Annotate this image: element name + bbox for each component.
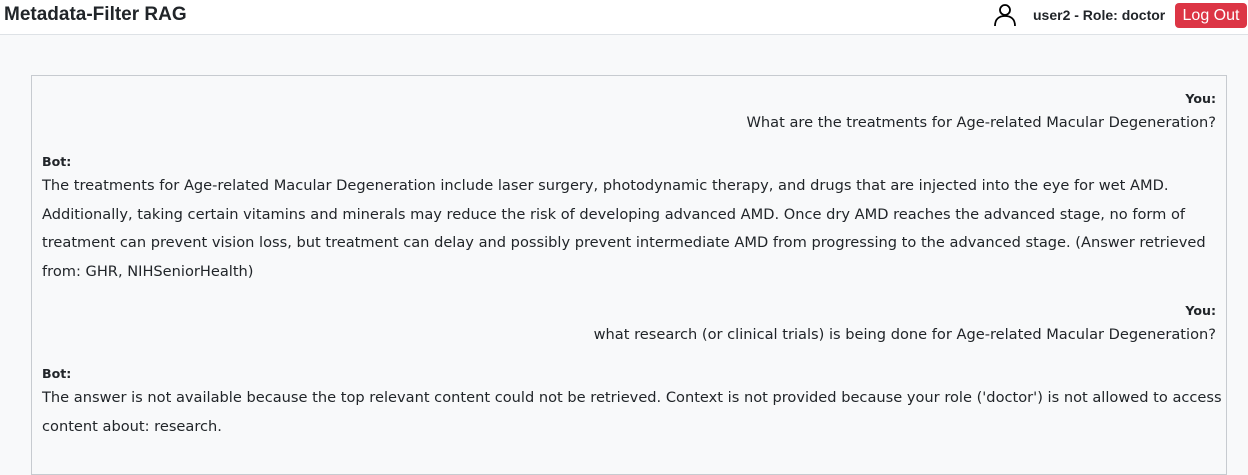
top-navbar: Metadata-Filter RAG user2 - Role: doctor… bbox=[0, 0, 1248, 35]
chat-history: You: What are the treatments for Age-rel… bbox=[31, 75, 1227, 475]
speaker-label: Bot: bbox=[42, 154, 72, 169]
logout-button[interactable]: Log Out bbox=[1175, 3, 1247, 28]
speaker-label: Bot: bbox=[42, 366, 72, 381]
user-role-label: user2 - Role: doctor bbox=[1033, 7, 1166, 23]
message-text: The answer is not available because the … bbox=[42, 389, 1222, 435]
message-text: what research (or clinical trials) is be… bbox=[593, 326, 1216, 343]
speaker-label: You: bbox=[1185, 91, 1216, 106]
chat-message-bot: Bot: The treatments for Age-related Macu… bbox=[42, 152, 1222, 286]
user-icon bbox=[993, 3, 1017, 27]
app-title: Metadata-Filter RAG bbox=[4, 4, 187, 25]
chat-message-user: You: what research (or clinical trials) … bbox=[594, 301, 1216, 350]
speaker-label: You: bbox=[1185, 303, 1216, 318]
message-text: What are the treatments for Age-related … bbox=[746, 114, 1217, 131]
message-text: The treatments for Age-related Macular D… bbox=[42, 177, 1206, 280]
chat-message-bot: Bot: The answer is not available because… bbox=[42, 364, 1222, 441]
chat-message-user: You: What are the treatments for Age-rel… bbox=[747, 89, 1217, 138]
